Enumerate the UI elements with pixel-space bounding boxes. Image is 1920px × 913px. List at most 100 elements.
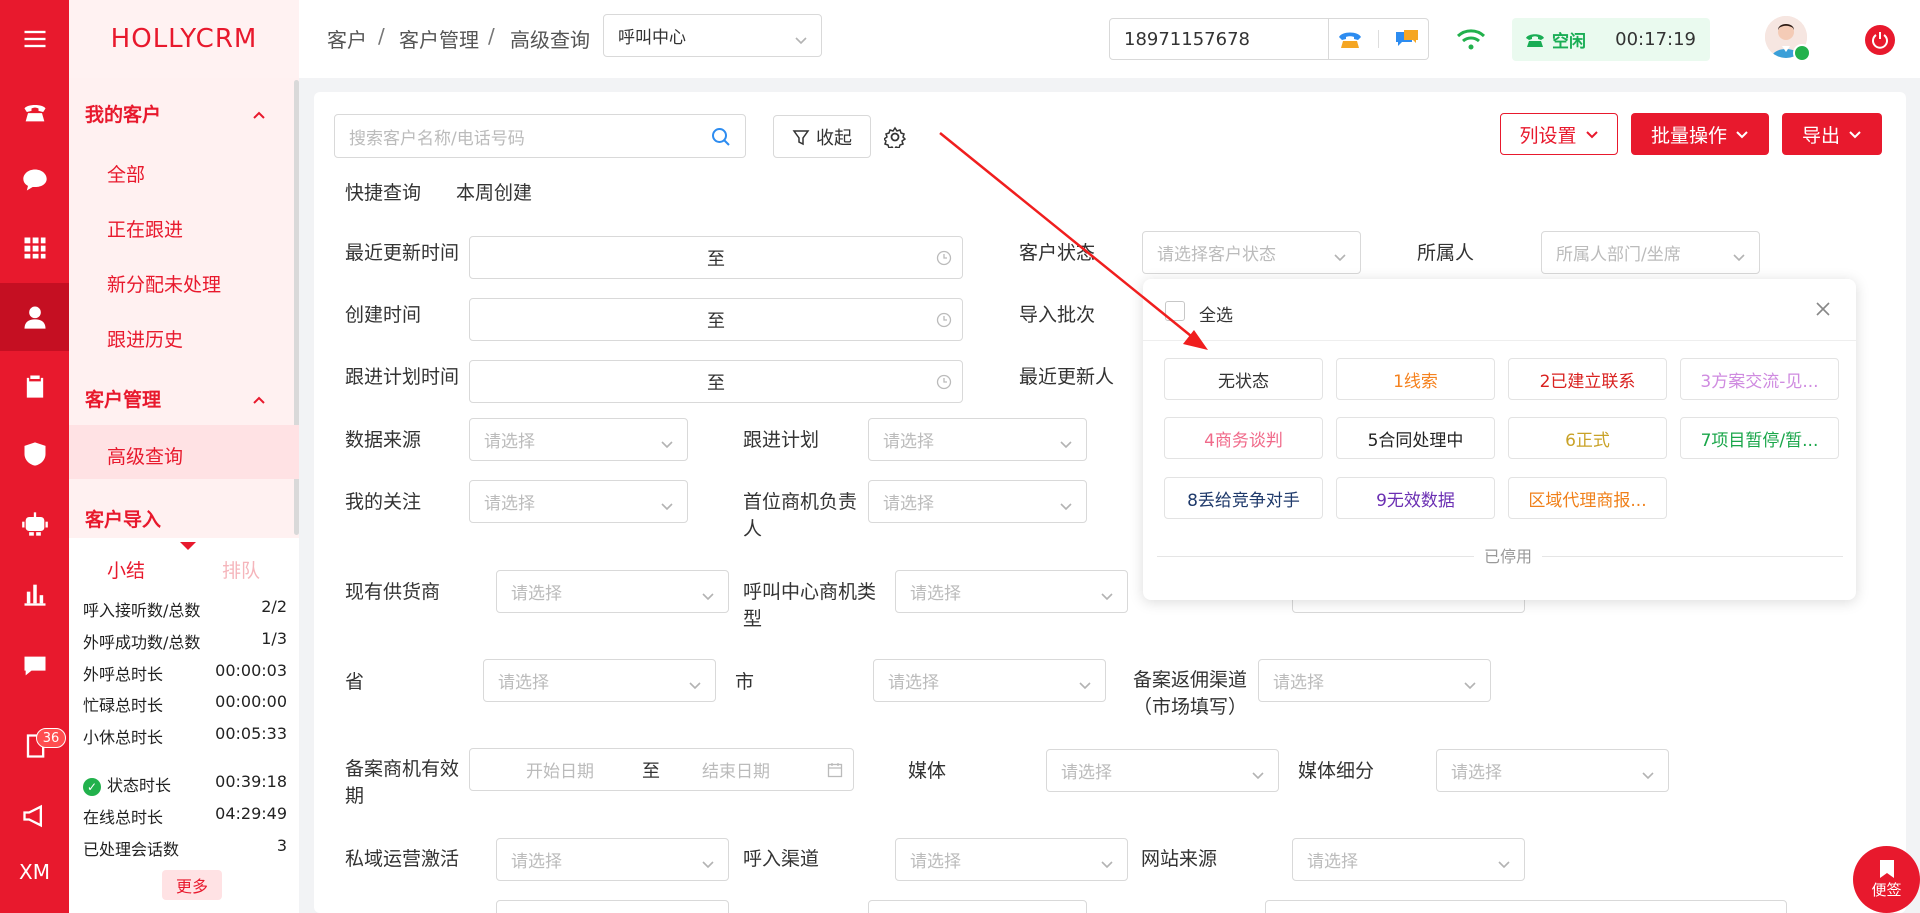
label-city: 市 [735, 671, 755, 693]
breadcrumb-item[interactable]: 客户管理 [399, 24, 479, 53]
media-select[interactable]: 请选择 [1046, 749, 1279, 792]
customer-icon[interactable] [0, 283, 69, 351]
follow-plan-select[interactable]: 请选择 [868, 418, 1087, 461]
clock-icon [936, 312, 952, 327]
breadcrumb-separator: / [488, 24, 495, 48]
chevron-down-icon [1464, 676, 1476, 689]
label-existing-supplier: 现有供货商 [345, 581, 441, 603]
dial-icon[interactable] [1337, 28, 1363, 50]
quick-query-label: 快捷查询 [345, 182, 422, 204]
export-button[interactable]: 导出 [1782, 113, 1882, 155]
bar-chart-icon[interactable] [0, 560, 69, 628]
megaphone-icon[interactable] [0, 782, 69, 850]
create-time-range[interactable]: 至 [469, 298, 963, 341]
note-button[interactable]: 便签 [1853, 846, 1920, 913]
power-icon[interactable] [1865, 25, 1895, 55]
chevron-down-icon [1060, 435, 1072, 448]
tab-queue[interactable]: 排队 [222, 556, 260, 583]
website-source-select[interactable]: 请选择 [1292, 838, 1525, 881]
nav-item-unhandled[interactable]: 新分配未处理 [107, 270, 221, 297]
select-all-checkbox[interactable] [1165, 301, 1185, 321]
status-chip[interactable]: 6正式 [1508, 417, 1667, 459]
nav-item-following[interactable]: 正在跟进 [107, 215, 183, 242]
user-initials[interactable]: XM [0, 860, 69, 884]
phone-status-icon [1526, 33, 1544, 47]
status-chip[interactable]: 4商务谈判 [1164, 417, 1323, 459]
breadcrumb-item[interactable]: 客户 [327, 24, 367, 53]
shield-icon[interactable] [0, 420, 69, 488]
select-all-label[interactable]: 全选 [1199, 301, 1233, 326]
status-chip[interactable]: 3方案交流-见... [1680, 358, 1839, 400]
column-settings-button[interactable]: 列设置 [1500, 113, 1618, 155]
check-icon: ✓ [83, 777, 101, 796]
data-source-select[interactable]: 请选择 [469, 418, 688, 461]
channel-select[interactable]: 呼叫中心 [603, 14, 822, 57]
label-callcenter-lead-type: 呼叫中心商机类型 [743, 581, 877, 630]
close-icon[interactable] [1815, 301, 1831, 317]
agent-status[interactable]: 空闲 00:17:19 [1512, 18, 1710, 61]
status-chip[interactable]: 区域代理商报... [1508, 477, 1667, 519]
more-button[interactable]: 更多 [162, 870, 222, 900]
bottom-row-select[interactable] [1265, 900, 1787, 913]
callcenter-lead-type-select[interactable]: 请选择 [895, 570, 1128, 613]
inbound-channel-select[interactable]: 请选择 [895, 838, 1128, 881]
owner-select[interactable]: 所属人部门/坐席 [1541, 231, 1760, 274]
clipboard-icon[interactable] [0, 352, 69, 420]
status-chip[interactable]: 2已建立联系 [1508, 358, 1667, 400]
label-recent-update-time: 最近更新时间 [345, 242, 460, 264]
clock-icon [936, 374, 952, 389]
customer-status-dropdown: 全选 无状态 1线索 2已建立联系 3方案交流-见... 4商务谈判 5合同处理中 6正式 7… [1143, 279, 1856, 600]
nav-item-history[interactable]: 跟进历史 [107, 325, 183, 352]
city-select[interactable]: 请选择 [873, 659, 1106, 702]
label-media: 媒体 [908, 760, 947, 782]
grid-icon[interactable] [0, 214, 69, 282]
my-focus-select[interactable]: 请选择 [469, 480, 688, 523]
bottom-row-select[interactable] [868, 900, 1087, 913]
media-sub-select[interactable]: 请选择 [1436, 749, 1669, 792]
phone-number-input[interactable]: 18971157678 [1109, 18, 1329, 60]
bottom-row-select[interactable] [496, 900, 729, 913]
message-icon[interactable] [0, 632, 69, 700]
private-activation-select[interactable]: 请选择 [496, 838, 729, 881]
chevron-up-icon[interactable] [252, 391, 266, 405]
robot-icon[interactable] [0, 490, 69, 558]
search-input[interactable]: 搜索客户名称/电话号码 [334, 114, 746, 158]
dropdown-header: 全选 [1143, 279, 1856, 341]
existing-supplier-select[interactable]: 请选择 [496, 570, 729, 613]
nav-group-my-customers[interactable]: 我的客户 [85, 100, 161, 127]
status-chip[interactable]: 无状态 [1164, 358, 1323, 400]
nav-group-customer-mgmt[interactable]: 客户管理 [85, 385, 161, 412]
first-lead-owner-select[interactable]: 请选择 [868, 480, 1087, 523]
customer-status-select[interactable]: 请选择客户状态 [1142, 231, 1361, 274]
sms-icon[interactable] [1394, 28, 1420, 50]
follow-plan-time-range[interactable]: 至 [469, 360, 963, 403]
batch-ops-button[interactable]: 批量操作 [1631, 113, 1769, 155]
quick-query-item[interactable]: 本周创建 [456, 180, 532, 207]
nav-item-all[interactable]: 全部 [107, 160, 145, 187]
status-chip[interactable]: 8丢给竞争对手 [1164, 477, 1323, 519]
gear-icon[interactable] [884, 126, 906, 148]
chevron-up-icon[interactable] [252, 106, 266, 120]
nav-item-advanced-query[interactable]: 高级查询 [107, 442, 183, 469]
chevron-down-icon [1849, 131, 1861, 139]
menu-toggle-icon[interactable] [0, 5, 69, 73]
recent-update-time-range[interactable]: 至 [469, 236, 963, 279]
chevron-down-icon [1733, 248, 1745, 261]
collapse-button[interactable]: 收起 [773, 115, 871, 158]
status-chip[interactable]: 5合同处理中 [1336, 417, 1495, 459]
phone-icon[interactable] [0, 78, 69, 146]
province-select[interactable]: 请选择 [483, 659, 716, 702]
filing-validity-range[interactable]: 开始日期 至 结束日期 [469, 748, 854, 791]
clock-icon [936, 250, 952, 265]
label-first-lead-owner: 首位商机负责人 [743, 491, 858, 540]
status-chip[interactable]: 9无效数据 [1336, 477, 1495, 519]
status-chip[interactable]: 7项目暂停/暂... [1680, 417, 1839, 459]
nav-group-import[interactable]: 客户导入 [85, 505, 161, 532]
chevron-down-icon [1101, 587, 1113, 600]
chat-icon[interactable] [0, 146, 69, 214]
status-chip[interactable]: 1线索 [1336, 358, 1495, 400]
tab-summary[interactable]: 小结 [107, 556, 145, 583]
chevron-down-icon [1736, 131, 1748, 139]
filing-channel-select[interactable]: 请选择 [1258, 659, 1491, 702]
filter-icon [792, 129, 810, 145]
